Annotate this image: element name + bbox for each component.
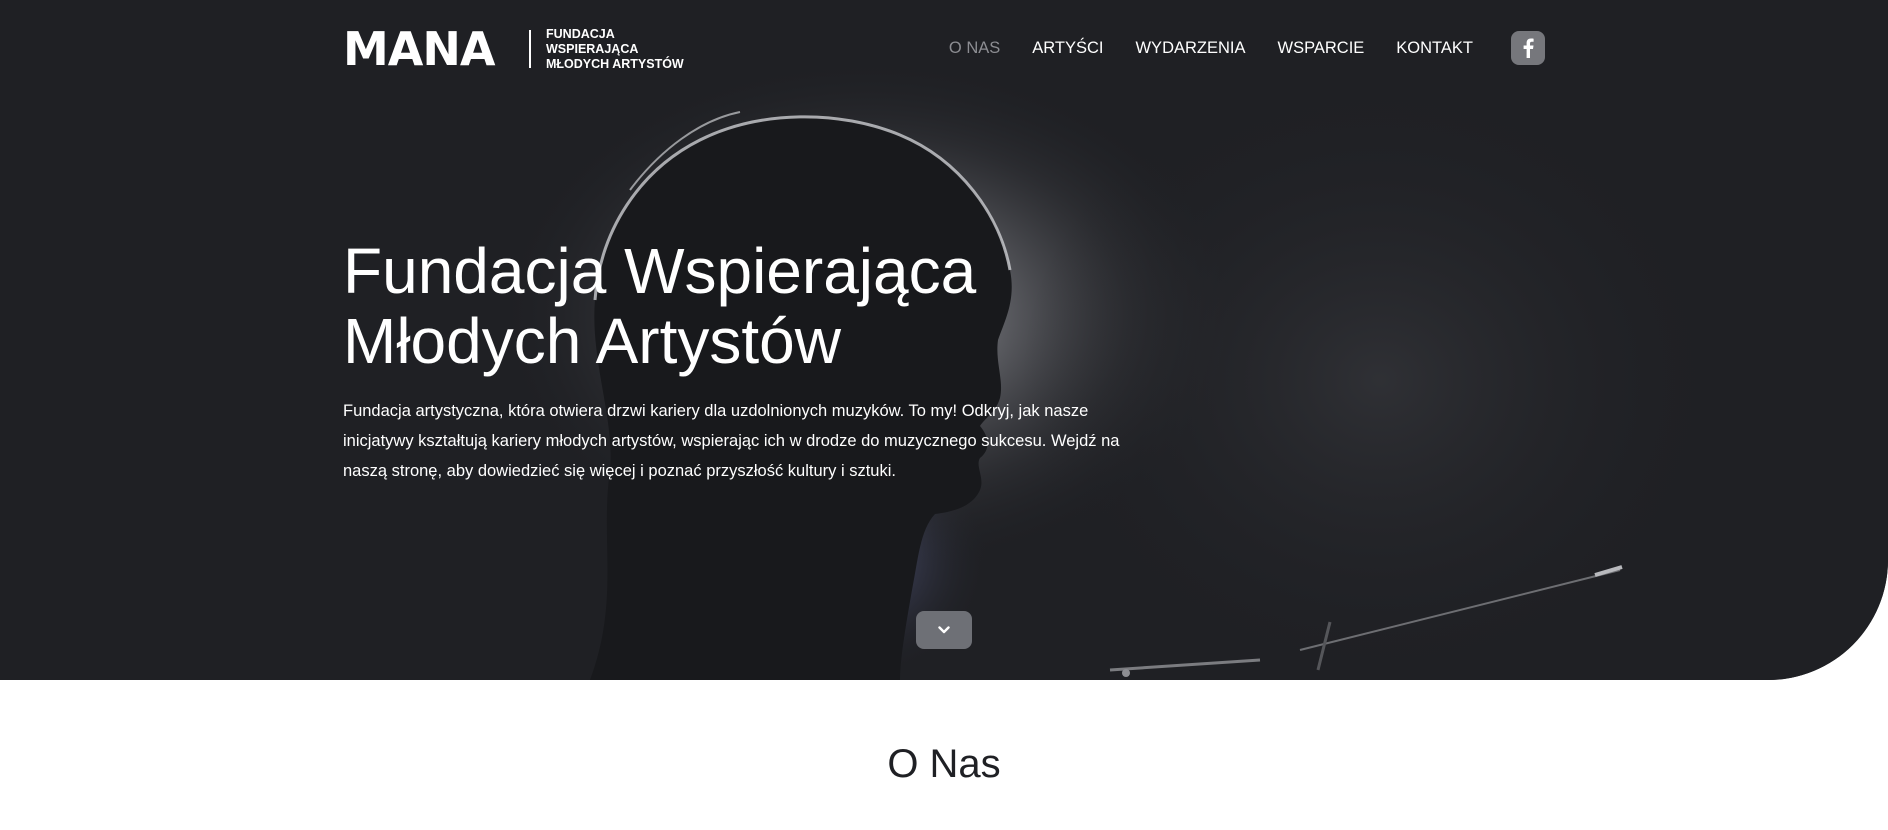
hero-title: Fundacja Wspierająca Młodych Artystów	[343, 236, 1103, 376]
chevron-down-icon	[938, 626, 950, 634]
logo-tagline: FUNDACJA WSPIERAJĄCA MŁODYCH ARTYSTÓW	[546, 27, 736, 72]
hero-section: MANA FUNDACJA WSPIERAJĄCA MŁODYCH ARTYST…	[0, 0, 1888, 680]
main-nav: O NAS ARTYŚCI WYDARZENIA WSPARCIE KONTAK…	[917, 30, 1545, 66]
nav-item-wydarzenia[interactable]: WYDARZENIA	[1135, 39, 1245, 58]
hero-description: Fundacja artystyczna, która otwiera drzw…	[343, 402, 1120, 480]
nav-item-artysci[interactable]: ARTYŚCI	[1032, 39, 1103, 58]
logo[interactable]: MANA	[343, 26, 495, 72]
site-header: MANA FUNDACJA WSPIERAJĄCA MŁODYCH ARTYST…	[343, 26, 1545, 72]
logo-tagline-line: WSPIERAJĄCA	[546, 42, 639, 56]
logo-tagline-line: MŁODYCH ARTYSTÓW	[546, 57, 684, 71]
section-title-o-nas: O Nas	[887, 742, 1001, 786]
facebook-button[interactable]	[1511, 31, 1545, 65]
logo-tagline-line: FUNDACJA	[546, 27, 615, 41]
facebook-icon	[1523, 38, 1534, 58]
logo-divider	[529, 30, 531, 68]
hero-title-line: Młodych Artystów	[343, 305, 841, 377]
nav-item-kontakt[interactable]: KONTAKT	[1396, 39, 1473, 58]
nav-item-o-nas[interactable]: O NAS	[949, 39, 1000, 58]
logo-wordmark[interactable]: MANA	[343, 26, 495, 72]
nav-item-wsparcie[interactable]: WSPARCIE	[1278, 39, 1365, 58]
hero-title-line: Fundacja Wspierająca	[343, 235, 977, 307]
scroll-down-button[interactable]	[916, 611, 972, 649]
